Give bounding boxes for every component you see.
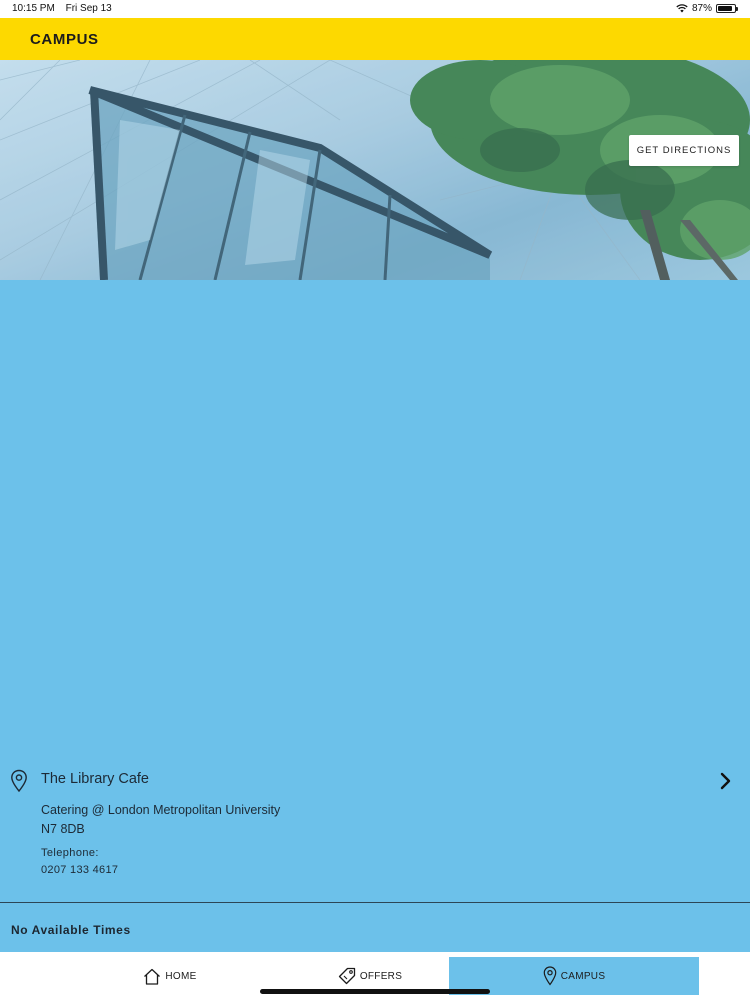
hero-image: GET DIRECTIONS: [0, 60, 750, 280]
status-time: 10:15 PM: [12, 3, 55, 14]
location-details[interactable]: The Library Cafe Catering @ London Metro…: [0, 765, 750, 900]
status-date: Fri Sep 13: [65, 3, 112, 14]
telephone-label: Telephone:: [41, 847, 99, 859]
tab-offers-label: OFFERS: [359, 970, 403, 982]
tab-campus-label: CAMPUS: [560, 970, 606, 982]
home-icon: [144, 968, 161, 985]
address-line-1: Catering @ London Metropolitan Universit…: [41, 803, 281, 817]
location-name: The Library Cafe: [41, 771, 149, 787]
home-indicator[interactable]: [260, 989, 490, 994]
battery-icon: [716, 4, 738, 13]
divider: [0, 902, 750, 903]
battery-percent: 87%: [691, 3, 712, 14]
location-pin-icon: [543, 966, 557, 986]
status-bar: 10:15 PM Fri Sep 13 87%: [0, 0, 750, 18]
building-illustration: [0, 60, 750, 280]
address-line-2: N7 8DB: [41, 822, 85, 836]
telephone-number[interactable]: 0207 133 4617: [41, 864, 118, 876]
opening-times-status: No Available Times: [11, 923, 131, 937]
tab-home-label: HOME: [165, 970, 197, 982]
app-header: CAMPUS: [0, 18, 750, 60]
page-title: CAMPUS: [30, 31, 99, 48]
wifi-icon: [676, 4, 688, 13]
location-pin-icon: [11, 769, 27, 793]
get-directions-button[interactable]: GET DIRECTIONS: [629, 135, 739, 166]
battery-fill: [718, 6, 732, 11]
map-area: [0, 280, 750, 760]
chevron-right-icon[interactable]: [718, 771, 734, 791]
tag-icon: [338, 967, 355, 985]
